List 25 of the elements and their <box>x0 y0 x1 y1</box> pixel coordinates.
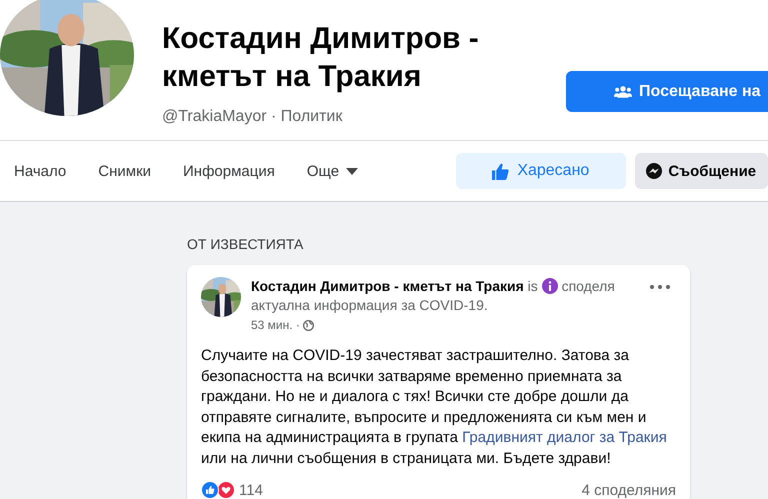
author-link[interactable]: Костадин Димитров - кметът на Тракия <box>251 278 524 294</box>
reaction-icons[interactable] <box>201 481 235 499</box>
info-icon <box>542 278 558 294</box>
nav-tab[interactable]: Снимки <box>84 156 166 186</box>
people-icon <box>614 85 632 98</box>
like-button[interactable]: Харесано <box>456 153 626 189</box>
caret-icon <box>346 168 358 174</box>
thumbs-up-icon <box>492 162 510 180</box>
group-link[interactable]: Градивният диалог за Тракия <box>462 429 667 446</box>
more-options-icon[interactable] <box>650 285 670 289</box>
section-heading: ОТ ИЗВЕСТИЯТА <box>187 236 304 252</box>
post-text: Случаите на COVID-19 зачестяват застрашително. Затова за безопасността на всички затваряме временно приемната за граждани. Но не и диалога с тях! Всички сте добре дошли да отправяте сигналите, въпросите и предложенията си към мен и екипа на администрацията в групата Градивният диалог за Тракия или на лични съобщения в страницата ми. Бъдете здрави! <box>201 346 668 468</box>
nav-tab[interactable]: Още <box>292 156 372 186</box>
post-time[interactable]: 53 мин. · <box>251 318 300 332</box>
nav-tab[interactable]: Начало <box>0 156 80 186</box>
globe-icon <box>302 320 314 330</box>
message-button[interactable]: Съобщение <box>634 153 768 189</box>
messenger-icon <box>646 163 662 179</box>
page-subtitle: @TrakiaMayor · Политик <box>162 108 344 126</box>
share-count[interactable]: 4 споделяния <box>582 482 676 498</box>
visit-group-button[interactable]: Посещаване на <box>566 71 768 112</box>
page-title: Костадин Димитров - кметът на Тракия <box>162 21 479 95</box>
reaction-count[interactable]: 114 <box>239 482 263 498</box>
nav-tab[interactable]: Информация <box>169 156 289 186</box>
post-header-text: Костадин Димитров - кметът на Тракия is споделя актуална информация за COVID-19. <box>251 277 616 315</box>
